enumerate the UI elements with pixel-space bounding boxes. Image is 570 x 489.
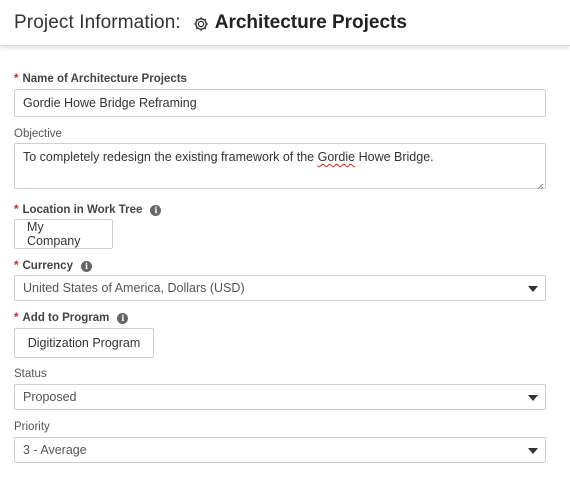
objective-label: Objective — [14, 128, 62, 140]
info-icon[interactable]: i — [150, 204, 162, 216]
required-marker: * — [14, 312, 19, 324]
required-marker: * — [14, 260, 19, 272]
priority-select[interactable]: 3 - Average — [14, 437, 546, 463]
resize-grip-icon[interactable] — [536, 179, 544, 190]
info-icon[interactable]: i — [117, 312, 129, 324]
program-label: * Add to Program i — [14, 312, 129, 324]
required-marker: * — [14, 204, 19, 216]
spellcheck-word: Gordie — [317, 150, 356, 164]
location-picker-button[interactable]: My Company — [14, 219, 113, 249]
chevron-down-icon — [528, 448, 538, 454]
location-label: * Location in Work Tree i — [14, 204, 162, 216]
page-title-prefix: Project Information: — [14, 11, 181, 33]
priority-label: Priority — [14, 421, 50, 433]
program-picker-button[interactable]: Digitization Program — [14, 328, 154, 358]
currency-select[interactable]: United States of America, Dollars (USD) — [14, 275, 546, 301]
page-title: Architecture Projects — [214, 11, 407, 33]
chevron-down-icon — [528, 395, 538, 401]
status-label: Status — [14, 368, 47, 380]
info-icon[interactable]: i — [80, 260, 92, 272]
currency-label: * Currency i — [14, 260, 92, 272]
required-marker: * — [14, 73, 19, 85]
status-select[interactable]: Proposed — [14, 384, 546, 410]
name-input[interactable]: Gordie Howe Bridge Reframing — [14, 89, 546, 117]
objective-textarea[interactable]: To completely redesign the existing fram… — [14, 143, 546, 190]
name-label: * Name of Architecture Projects — [14, 73, 187, 85]
chevron-down-icon — [528, 286, 538, 292]
page-header: Project Information: Architecture Projec… — [0, 0, 570, 46]
gear-icon — [193, 16, 209, 32]
